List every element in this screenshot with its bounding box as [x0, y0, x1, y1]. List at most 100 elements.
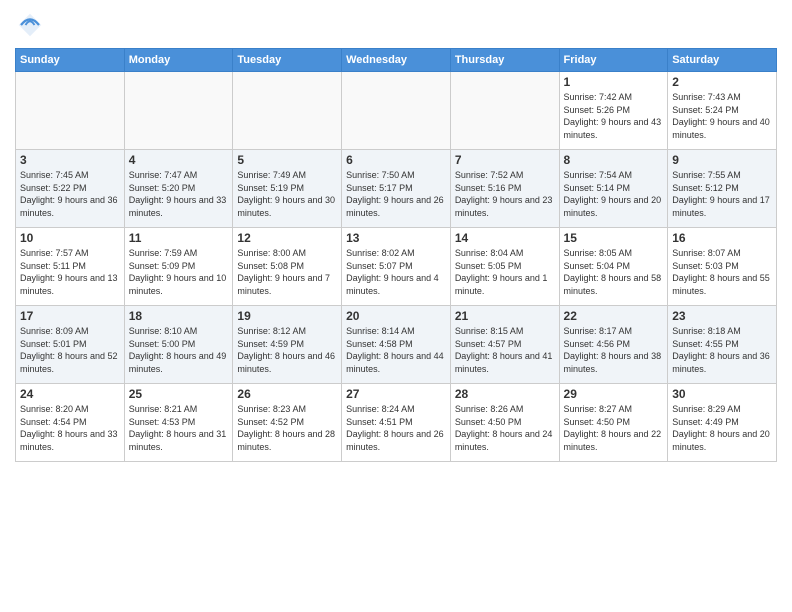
day-header: Thursday	[450, 49, 559, 72]
day-number: 29	[564, 387, 664, 401]
day-info: Sunrise: 7:54 AM Sunset: 5:14 PM Dayligh…	[564, 169, 664, 219]
logo-icon	[15, 10, 45, 40]
calendar-day-cell: 22 Sunrise: 8:17 AM Sunset: 4:56 PM Dayli…	[559, 306, 668, 384]
calendar-day-cell: 16 Sunrise: 8:07 AM Sunset: 5:03 PM Dayli…	[668, 228, 777, 306]
calendar-day-cell	[342, 72, 451, 150]
day-info: Sunrise: 8:24 AM Sunset: 4:51 PM Dayligh…	[346, 403, 446, 453]
day-number: 2	[672, 75, 772, 89]
day-number: 11	[129, 231, 229, 245]
calendar-day-cell: 1Sunrise: 7:42 AM Sunset: 5:26 PM Daylig…	[559, 72, 668, 150]
calendar-day-cell: 23 Sunrise: 8:18 AM Sunset: 4:55 PM Dayli…	[668, 306, 777, 384]
day-header: Saturday	[668, 49, 777, 72]
day-number: 9	[672, 153, 772, 167]
day-number: 22	[564, 309, 664, 323]
day-info: Sunrise: 8:26 AM Sunset: 4:50 PM Dayligh…	[455, 403, 555, 453]
calendar-day-cell: 3Sunrise: 7:45 AM Sunset: 5:22 PM Daylig…	[16, 150, 125, 228]
day-number: 6	[346, 153, 446, 167]
calendar-week-row: 24 Sunrise: 8:20 AM Sunset: 4:54 PM Dayli…	[16, 384, 777, 462]
day-info: Sunrise: 7:57 AM Sunset: 5:11 PM Dayligh…	[20, 247, 120, 297]
day-header: Sunday	[16, 49, 125, 72]
day-number: 15	[564, 231, 664, 245]
day-number: 14	[455, 231, 555, 245]
day-info: Sunrise: 7:55 AM Sunset: 5:12 PM Dayligh…	[672, 169, 772, 219]
header	[15, 10, 777, 40]
day-header: Wednesday	[342, 49, 451, 72]
day-info: Sunrise: 7:42 AM Sunset: 5:26 PM Dayligh…	[564, 91, 664, 141]
calendar-day-cell: 20 Sunrise: 8:14 AM Sunset: 4:58 PM Dayli…	[342, 306, 451, 384]
day-number: 24	[20, 387, 120, 401]
day-info: Sunrise: 8:23 AM Sunset: 4:52 PM Dayligh…	[237, 403, 337, 453]
calendar-day-cell: 17 Sunrise: 8:09 AM Sunset: 5:01 PM Dayli…	[16, 306, 125, 384]
day-info: Sunrise: 8:12 AM Sunset: 4:59 PM Dayligh…	[237, 325, 337, 375]
day-number: 28	[455, 387, 555, 401]
day-number: 10	[20, 231, 120, 245]
calendar-day-cell	[16, 72, 125, 150]
calendar-day-cell: 27 Sunrise: 8:24 AM Sunset: 4:51 PM Dayli…	[342, 384, 451, 462]
calendar-container: SundayMondayTuesdayWednesdayThursdayFrid…	[0, 0, 792, 612]
calendar-day-cell: 29 Sunrise: 8:27 AM Sunset: 4:50 PM Dayli…	[559, 384, 668, 462]
day-header: Tuesday	[233, 49, 342, 72]
calendar-day-cell: 4Sunrise: 7:47 AM Sunset: 5:20 PM Daylig…	[124, 150, 233, 228]
calendar-week-row: 3Sunrise: 7:45 AM Sunset: 5:22 PM Daylig…	[16, 150, 777, 228]
day-info: Sunrise: 8:00 AM Sunset: 5:08 PM Dayligh…	[237, 247, 337, 297]
day-info: Sunrise: 8:20 AM Sunset: 4:54 PM Dayligh…	[20, 403, 120, 453]
day-number: 3	[20, 153, 120, 167]
day-info: Sunrise: 8:09 AM Sunset: 5:01 PM Dayligh…	[20, 325, 120, 375]
calendar-day-cell: 18 Sunrise: 8:10 AM Sunset: 5:00 PM Dayli…	[124, 306, 233, 384]
day-info: Sunrise: 7:47 AM Sunset: 5:20 PM Dayligh…	[129, 169, 229, 219]
day-number: 17	[20, 309, 120, 323]
calendar-day-cell: 9 Sunrise: 7:55 AM Sunset: 5:12 PM Daylig…	[668, 150, 777, 228]
day-number: 16	[672, 231, 772, 245]
day-info: Sunrise: 8:10 AM Sunset: 5:00 PM Dayligh…	[129, 325, 229, 375]
day-header: Friday	[559, 49, 668, 72]
day-number: 13	[346, 231, 446, 245]
day-number: 7	[455, 153, 555, 167]
calendar-week-row: 10 Sunrise: 7:57 AM Sunset: 5:11 PM Dayli…	[16, 228, 777, 306]
calendar-day-cell: 28 Sunrise: 8:26 AM Sunset: 4:50 PM Dayli…	[450, 384, 559, 462]
day-info: Sunrise: 7:49 AM Sunset: 5:19 PM Dayligh…	[237, 169, 337, 219]
day-number: 25	[129, 387, 229, 401]
day-header: Monday	[124, 49, 233, 72]
day-info: Sunrise: 8:15 AM Sunset: 4:57 PM Dayligh…	[455, 325, 555, 375]
day-number: 19	[237, 309, 337, 323]
day-number: 21	[455, 309, 555, 323]
day-info: Sunrise: 8:07 AM Sunset: 5:03 PM Dayligh…	[672, 247, 772, 297]
day-info: Sunrise: 8:21 AM Sunset: 4:53 PM Dayligh…	[129, 403, 229, 453]
calendar-day-cell: 12 Sunrise: 8:00 AM Sunset: 5:08 PM Dayli…	[233, 228, 342, 306]
calendar-table: SundayMondayTuesdayWednesdayThursdayFrid…	[15, 48, 777, 462]
day-number: 12	[237, 231, 337, 245]
day-info: Sunrise: 7:59 AM Sunset: 5:09 PM Dayligh…	[129, 247, 229, 297]
day-info: Sunrise: 8:04 AM Sunset: 5:05 PM Dayligh…	[455, 247, 555, 297]
calendar-day-cell: 6 Sunrise: 7:50 AM Sunset: 5:17 PM Daylig…	[342, 150, 451, 228]
calendar-day-cell: 26 Sunrise: 8:23 AM Sunset: 4:52 PM Dayli…	[233, 384, 342, 462]
calendar-day-cell: 13 Sunrise: 8:02 AM Sunset: 5:07 PM Dayli…	[342, 228, 451, 306]
day-info: Sunrise: 8:14 AM Sunset: 4:58 PM Dayligh…	[346, 325, 446, 375]
day-number: 26	[237, 387, 337, 401]
day-number: 5	[237, 153, 337, 167]
calendar-day-cell: 15 Sunrise: 8:05 AM Sunset: 5:04 PM Dayli…	[559, 228, 668, 306]
calendar-day-cell: 25 Sunrise: 8:21 AM Sunset: 4:53 PM Dayli…	[124, 384, 233, 462]
day-number: 20	[346, 309, 446, 323]
calendar-day-cell: 2Sunrise: 7:43 AM Sunset: 5:24 PM Daylig…	[668, 72, 777, 150]
day-info: Sunrise: 8:17 AM Sunset: 4:56 PM Dayligh…	[564, 325, 664, 375]
calendar-day-cell: 5 Sunrise: 7:49 AM Sunset: 5:19 PM Daylig…	[233, 150, 342, 228]
day-info: Sunrise: 7:50 AM Sunset: 5:17 PM Dayligh…	[346, 169, 446, 219]
day-number: 23	[672, 309, 772, 323]
calendar-week-row: 17 Sunrise: 8:09 AM Sunset: 5:01 PM Dayli…	[16, 306, 777, 384]
day-info: Sunrise: 7:52 AM Sunset: 5:16 PM Dayligh…	[455, 169, 555, 219]
day-info: Sunrise: 8:29 AM Sunset: 4:49 PM Dayligh…	[672, 403, 772, 453]
calendar-day-cell	[233, 72, 342, 150]
day-info: Sunrise: 8:27 AM Sunset: 4:50 PM Dayligh…	[564, 403, 664, 453]
calendar-week-row: 1Sunrise: 7:42 AM Sunset: 5:26 PM Daylig…	[16, 72, 777, 150]
day-number: 18	[129, 309, 229, 323]
day-number: 30	[672, 387, 772, 401]
calendar-day-cell: 19 Sunrise: 8:12 AM Sunset: 4:59 PM Dayli…	[233, 306, 342, 384]
day-number: 27	[346, 387, 446, 401]
day-info: Sunrise: 8:02 AM Sunset: 5:07 PM Dayligh…	[346, 247, 446, 297]
day-info: Sunrise: 8:18 AM Sunset: 4:55 PM Dayligh…	[672, 325, 772, 375]
calendar-day-cell	[124, 72, 233, 150]
day-info: Sunrise: 8:05 AM Sunset: 5:04 PM Dayligh…	[564, 247, 664, 297]
calendar-header-row: SundayMondayTuesdayWednesdayThursdayFrid…	[16, 49, 777, 72]
day-number: 8	[564, 153, 664, 167]
calendar-day-cell	[450, 72, 559, 150]
